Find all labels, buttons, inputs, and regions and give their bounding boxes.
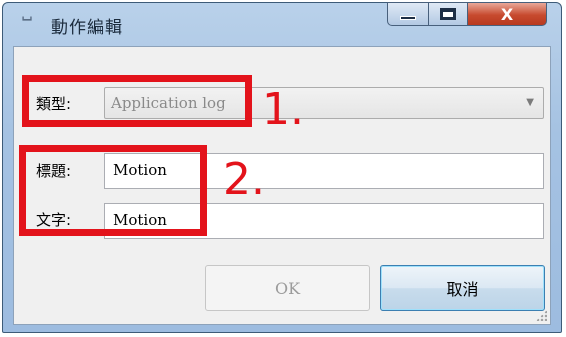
maximize-button[interactable] (428, 2, 468, 26)
chevron-down-icon: ▼ (526, 97, 534, 108)
title-bar[interactable]: ⵯ 動作編輯 X (3, 2, 561, 45)
ok-button[interactable]: OK (205, 265, 370, 311)
annotation-number-2: 2. (223, 154, 265, 205)
highlight-box-2 (19, 145, 207, 236)
close-button[interactable]: X (467, 2, 547, 26)
cancel-button[interactable]: 取消 (380, 265, 545, 311)
close-icon: X (500, 4, 514, 24)
resize-grip-icon[interactable] (536, 310, 547, 321)
app-icon: ⵯ (21, 12, 33, 36)
maximize-icon (440, 8, 456, 20)
minimize-button[interactable] (387, 2, 429, 26)
annotation-number-1: 1. (262, 84, 304, 135)
minimize-icon (400, 16, 416, 20)
highlight-box-1 (22, 75, 252, 127)
window-title: 動作編輯 (51, 18, 123, 38)
